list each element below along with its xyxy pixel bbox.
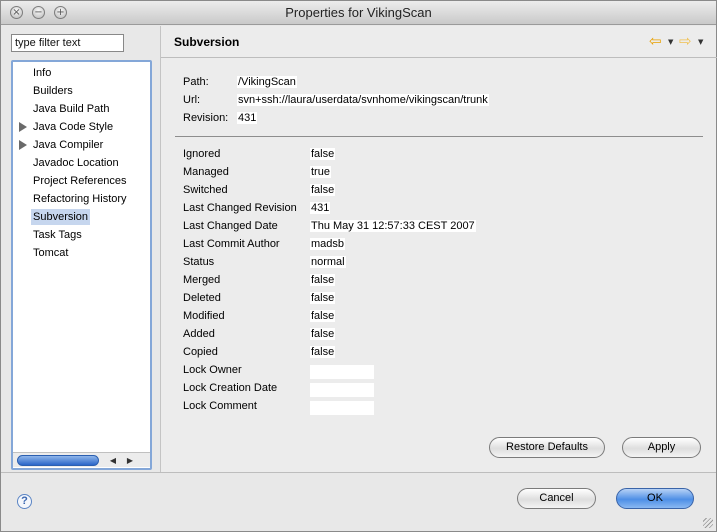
separator (175, 136, 703, 137)
property-label: Ignored (183, 148, 221, 160)
property-value[interactable]: false (310, 346, 336, 358)
properties-window: × − + Properties for VikingScan Info Buil… (0, 0, 717, 532)
summary-value[interactable]: 431 (237, 112, 258, 124)
ok-button[interactable]: OK (616, 488, 694, 509)
filter-input[interactable] (11, 34, 124, 52)
dropdown-icon[interactable]: ▼ (668, 38, 673, 46)
resize-grip-icon[interactable] (703, 518, 713, 528)
window-title: Properties for VikingScan (285, 5, 432, 20)
scrollbar-thumb[interactable] (17, 455, 99, 466)
property-value[interactable]: false (310, 274, 336, 286)
property-value[interactable] (310, 401, 374, 415)
back-arrow-icon[interactable]: ⇦ (649, 33, 662, 49)
property-value[interactable]: false (310, 184, 336, 196)
property-label: Deleted (183, 292, 221, 304)
property-label: Copied (183, 346, 218, 358)
property-label: Modified (183, 310, 225, 322)
dropdown-icon[interactable]: ▼ (698, 38, 703, 46)
property-label: Lock Comment (183, 400, 257, 412)
cancel-button[interactable]: Cancel (517, 488, 596, 509)
property-label: Merged (183, 274, 221, 286)
property-label: Last Changed Date (183, 220, 278, 232)
restore-defaults-button[interactable]: Restore Defaults (489, 437, 605, 458)
tree-item[interactable]: Java Code Style (33, 119, 113, 135)
tree-item[interactable]: Subversion (31, 209, 91, 225)
property-label: Last Commit Author (183, 238, 280, 250)
property-label: Managed (183, 166, 229, 178)
expand-arrow-icon[interactable] (19, 140, 27, 150)
summary-label: Url: (183, 94, 201, 106)
page-title: Subversion (174, 35, 240, 49)
property-value[interactable]: false (310, 310, 336, 322)
scroll-right-icon[interactable]: ▶ (123, 454, 137, 467)
summary-label: Revision: (183, 112, 229, 124)
expand-arrow-icon[interactable] (19, 122, 27, 132)
property-label: Last Changed Revision (183, 202, 297, 214)
footer-divider (1, 472, 716, 473)
property-value[interactable]: false (310, 292, 336, 304)
property-value[interactable]: false (310, 328, 336, 340)
properties-page: Subversion ⇦ ▼ ⇨ ▼ Path: /VikingScan Url: s… (160, 26, 717, 472)
tree-item[interactable]: Builders (33, 83, 73, 99)
property-value[interactable]: 431 (310, 202, 331, 214)
property-value[interactable]: madsb (310, 238, 346, 250)
summary-label: Path: (183, 76, 209, 88)
tree-item[interactable]: Tomcat (33, 245, 68, 261)
summary-value[interactable]: svn+ssh://laura/userdata/svnhome/vikings… (237, 94, 489, 106)
tree-item[interactable]: Java Compiler (33, 137, 103, 153)
tree-item[interactable]: Refactoring History (33, 191, 127, 207)
forward-arrow-icon[interactable]: ⇨ (679, 33, 692, 49)
property-value[interactable]: normal (310, 256, 346, 268)
property-label: Lock Owner (183, 364, 242, 376)
apply-button[interactable]: Apply (622, 437, 701, 458)
tree-item[interactable]: Java Build Path (33, 101, 109, 117)
horizontal-scrollbar[interactable]: ◀ ▶ (13, 452, 150, 467)
help-icon[interactable]: ? (17, 494, 32, 509)
tree-item[interactable]: Task Tags (33, 227, 82, 243)
property-label: Added (183, 328, 215, 340)
tree-item[interactable]: Project References (33, 173, 127, 189)
property-value[interactable]: false (310, 148, 336, 160)
title-bar[interactable]: × − + Properties for VikingScan (1, 1, 716, 25)
property-value[interactable] (310, 365, 374, 379)
scroll-left-icon[interactable]: ◀ (106, 454, 120, 467)
property-label: Lock Creation Date (183, 382, 278, 394)
property-value[interactable] (310, 383, 374, 397)
property-label: Switched (183, 184, 228, 196)
tree-item[interactable]: Info (33, 65, 51, 81)
property-label: Status (183, 256, 215, 268)
property-value[interactable]: true (310, 166, 331, 178)
property-value[interactable]: Thu May 31 12:57:33 CEST 2007 (310, 220, 476, 232)
summary-value[interactable]: /VikingScan (237, 76, 297, 88)
tree-item[interactable]: Javadoc Location (33, 155, 119, 171)
property-page-tree[interactable]: Info Builders Java Build Path Java Code Sty… (11, 60, 152, 470)
page-header: Subversion ⇦ ▼ ⇨ ▼ (161, 26, 717, 58)
